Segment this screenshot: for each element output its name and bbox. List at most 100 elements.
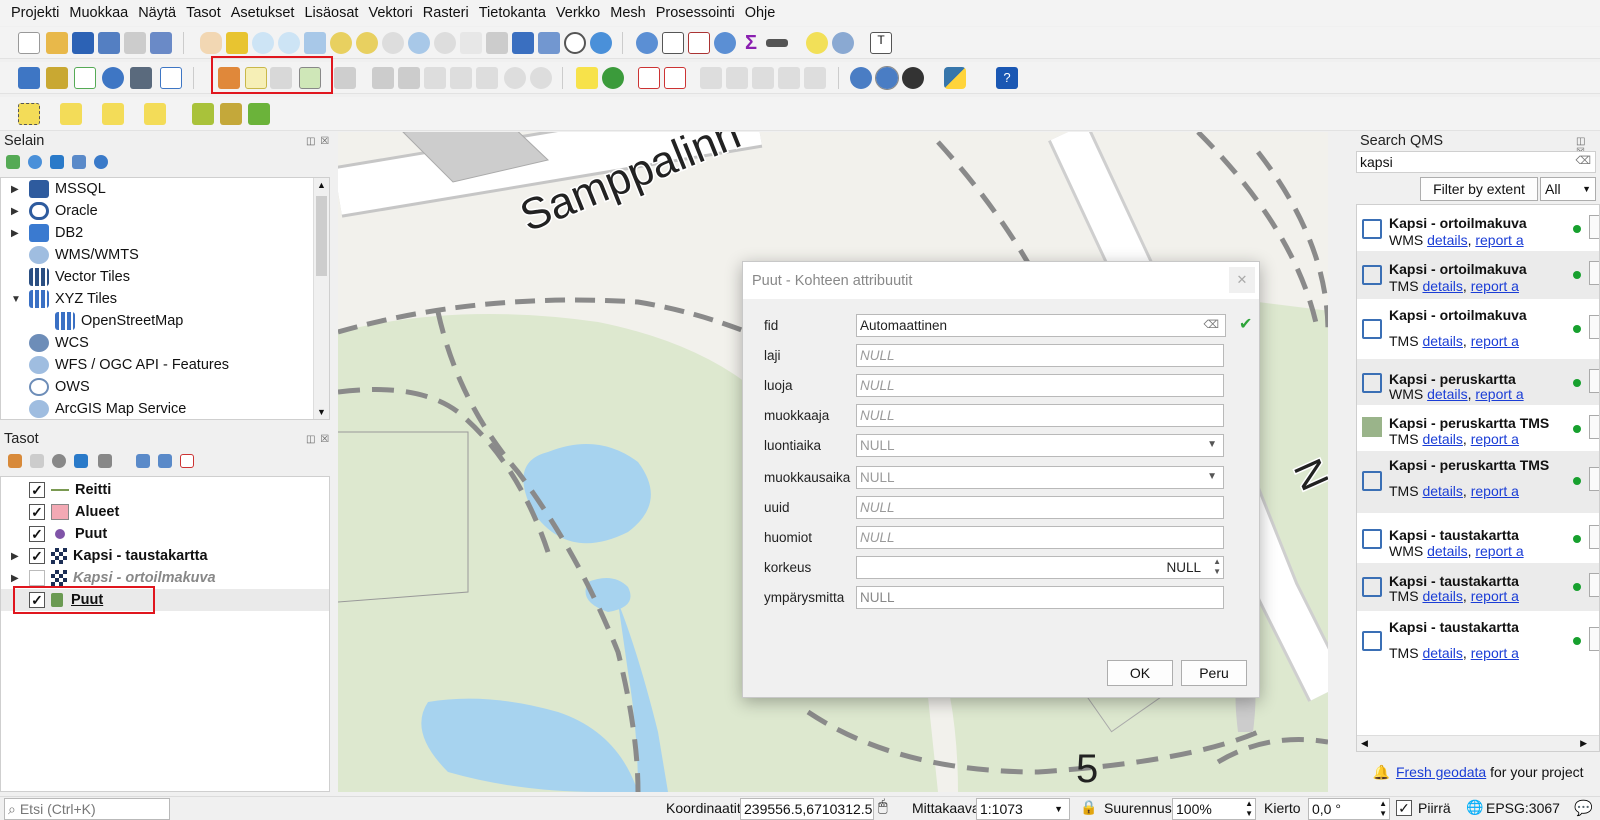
refresh-icon[interactable] (590, 32, 612, 54)
label-rotate-icon[interactable] (726, 67, 748, 89)
temporal-icon[interactable] (564, 32, 586, 54)
layer-row-puut[interactable]: ✓ Puut (29, 523, 357, 545)
filter-by-extent-button[interactable]: Filter by extent (1420, 177, 1538, 201)
cancel-button[interactable]: Peru (1181, 660, 1247, 686)
browser-item-xyz-tiles[interactable]: XYZ Tiles (29, 288, 117, 310)
crs-globe-icon[interactable]: 🌐 (1466, 799, 1483, 816)
bookmarks-icon[interactable] (538, 32, 560, 54)
layer-visibility-checkbox[interactable] (29, 570, 45, 586)
expand-arrow-icon[interactable]: ▶ (11, 551, 19, 562)
qms-horizontal-scrollbar[interactable]: ◀ ▶ (1357, 735, 1599, 751)
details-link[interactable]: details (1427, 232, 1467, 248)
magnifier-spinbox[interactable]: 100% ▲ ▼ (1172, 798, 1256, 820)
add-group-icon[interactable] (30, 454, 44, 468)
select-by-expression-icon[interactable] (144, 103, 166, 125)
qms-result-item[interactable]: Kapsi - ortoilmakuva TMS details, report… (1357, 251, 1599, 299)
select-by-value-icon[interactable] (60, 103, 82, 125)
pan-icon[interactable] (200, 32, 222, 54)
layer-style-icon[interactable] (8, 454, 22, 468)
expand-arrow-icon[interactable]: ▶ (11, 184, 19, 195)
processing-tools-icon[interactable] (248, 103, 270, 125)
spin-arrows-icon[interactable]: ▲ ▼ (1245, 799, 1253, 819)
filter-legend-icon[interactable] (98, 454, 112, 468)
select-by-location-icon[interactable] (832, 32, 854, 54)
browser-item-arcgis[interactable]: ArcGIS Map Service (29, 398, 186, 419)
label-move-icon[interactable] (700, 67, 722, 89)
add-spatialite-icon[interactable] (102, 67, 124, 89)
report-link[interactable]: report a (1471, 431, 1519, 447)
layer-visibility-checkbox[interactable]: ✓ (29, 482, 45, 498)
menu-tasot[interactable]: Tasot (181, 0, 226, 26)
details-link[interactable]: details (1422, 588, 1462, 604)
layers-panel-buttons[interactable]: ◫ ☒ (306, 434, 330, 445)
qms-result-item[interactable]: Kapsi - taustakartta TMS details, report… (1357, 611, 1599, 673)
browser-scrollbar[interactable]: ▲ ▼ (313, 178, 329, 419)
coordinate-toggle-icon[interactable]: 🖱 (878, 798, 888, 816)
undo-icon[interactable] (504, 67, 526, 89)
uuid-field[interactable]: NULL (856, 495, 1224, 519)
report-link[interactable]: report a (1471, 333, 1519, 349)
qms-result-item[interactable]: Kapsi - ortoilmakuva TMS details, report… (1357, 299, 1599, 359)
add-vector-layer-icon[interactable] (18, 67, 40, 89)
details-link[interactable]: details (1422, 333, 1462, 349)
browser-item-mssql[interactable]: MSSQL (29, 178, 106, 200)
add-layer-button[interactable] (1589, 215, 1599, 239)
save-project-icon[interactable] (72, 32, 94, 54)
select-features-icon[interactable] (18, 103, 40, 125)
add-layer-button[interactable] (1589, 627, 1599, 651)
measure-icon[interactable] (766, 39, 788, 47)
locator-search-input[interactable]: ⌕ Etsi (Ctrl+K) (4, 798, 170, 820)
help-icon[interactable]: ? (996, 67, 1018, 89)
print-layout-icon[interactable] (124, 32, 146, 54)
label-properties-icon[interactable] (804, 67, 826, 89)
ok-button[interactable]: OK (1107, 660, 1173, 686)
add-delimited-text-icon[interactable] (74, 67, 96, 89)
collapse-arrow-icon[interactable]: ▼ (11, 294, 21, 305)
details-link[interactable]: details (1427, 543, 1467, 559)
browser-panel-buttons[interactable]: ◫ ☒ (306, 136, 330, 147)
scroll-down-icon[interactable]: ▼ (317, 407, 326, 417)
luoja-field[interactable]: NULL (856, 373, 1224, 397)
luontiaika-datetime[interactable]: NULL ▼ (856, 433, 1224, 457)
identify-icon[interactable] (636, 32, 658, 54)
report-link[interactable]: report a (1471, 483, 1519, 499)
add-mesh-icon[interactable] (130, 67, 152, 89)
menu-asetukset[interactable]: Asetukset (226, 0, 300, 26)
scroll-thumb[interactable] (316, 196, 327, 276)
muokkausaika-datetime[interactable]: NULL ▼ (856, 465, 1224, 489)
cut-icon[interactable] (424, 67, 446, 89)
qms-search-input[interactable]: kapsi ⌫ (1356, 151, 1596, 173)
menu-muokkaa[interactable]: Muokkaa (64, 0, 133, 26)
label-copy-icon[interactable] (778, 67, 800, 89)
add-layer-button[interactable] (1589, 573, 1599, 597)
label-change-icon[interactable] (752, 67, 774, 89)
label-icon[interactable] (576, 67, 598, 89)
add-layer-button[interactable] (1589, 315, 1599, 339)
expand-arrow-icon[interactable]: ▶ (11, 228, 19, 239)
report-link[interactable]: report a (1475, 386, 1523, 402)
qms-result-item[interactable]: Kapsi - peruskartta TMS TMS details, rep… (1357, 405, 1599, 451)
browser-item-vector-tiles[interactable]: Vector Tiles (29, 266, 130, 288)
add-virtual-layer-icon[interactable] (160, 67, 182, 89)
browser-item-openstreetmap[interactable]: OpenStreetMap (55, 310, 183, 332)
deselect-icon[interactable] (102, 103, 124, 125)
layer-visibility-checkbox[interactable]: ✓ (29, 526, 45, 542)
model-cube-icon[interactable] (220, 103, 242, 125)
save-as-icon[interactable] (98, 32, 120, 54)
toolbox-gear-icon[interactable] (714, 32, 736, 54)
pan-to-selection-icon[interactable] (226, 32, 248, 54)
add-layer-button[interactable] (1589, 261, 1599, 285)
clear-field-icon[interactable]: ⌫ (1203, 318, 1219, 331)
laji-field[interactable]: NULL (856, 343, 1224, 367)
open-project-icon[interactable] (46, 32, 68, 54)
report-link[interactable]: report a (1471, 588, 1519, 604)
report-link[interactable]: report a (1471, 278, 1519, 294)
details-link[interactable]: details (1422, 431, 1462, 447)
scroll-left-icon[interactable]: ◀ (1361, 738, 1368, 749)
browser-item-wcs[interactable]: WCS (29, 332, 89, 354)
zoom-next-icon[interactable] (434, 32, 456, 54)
zoom-full-icon[interactable] (304, 32, 326, 54)
menu-lisaosat[interactable]: Lisäosat (299, 0, 363, 26)
scroll-right-icon[interactable]: ▶ (1580, 738, 1587, 749)
crs-label[interactable]: EPSG:3067 (1486, 800, 1560, 816)
